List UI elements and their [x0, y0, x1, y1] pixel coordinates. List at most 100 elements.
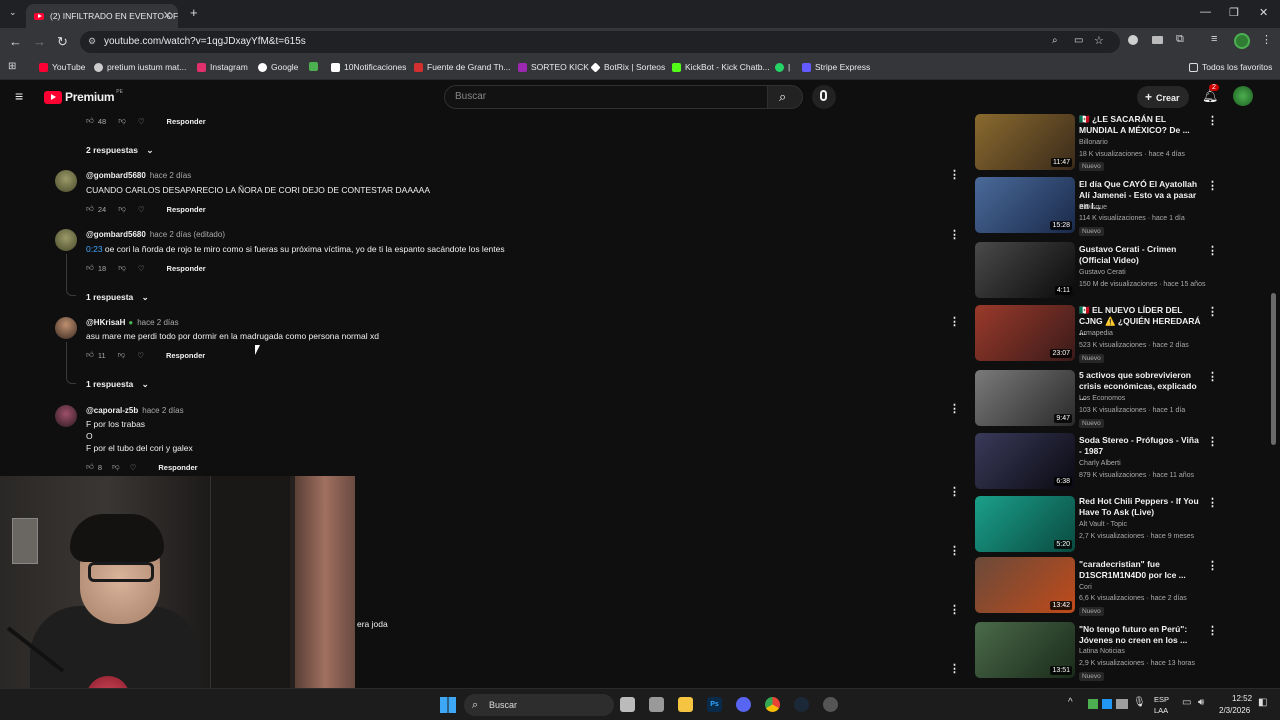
youtube-logo[interactable]: Premium PE: [44, 89, 123, 104]
video-menu-icon[interactable]: ⋮: [1207, 179, 1218, 192]
video-channel[interactable]: Alt Vault - Topic: [1079, 521, 1127, 528]
bookmark-stripe[interactable]: Stripe Express: [802, 62, 870, 72]
video-thumbnail[interactable]: 13:42: [975, 557, 1075, 613]
video-thumbnail[interactable]: 4:11: [975, 242, 1075, 298]
avatar[interactable]: [55, 170, 77, 192]
replies-toggle[interactable]: 1 respuesta ⌄: [86, 292, 149, 303]
video-title[interactable]: Soda Stereo - Prófugos - Viña - 1987: [1079, 435, 1203, 457]
reply-button[interactable]: Responder: [167, 264, 206, 273]
replies-toggle[interactable]: 1 respuesta ⌄: [86, 379, 149, 390]
create-button[interactable]: + Crear: [1137, 86, 1189, 108]
video-thumbnail[interactable]: 15:28: [975, 177, 1075, 233]
notification-center-icon[interactable]: ◧: [1258, 697, 1267, 708]
video-title[interactable]: "No tengo futuro en Perú": Jóvenes no cr…: [1079, 624, 1203, 646]
video-menu-icon[interactable]: ⋮: [1207, 305, 1218, 318]
video-menu-icon[interactable]: ⋮: [1207, 244, 1218, 257]
reply-button[interactable]: Responder: [158, 463, 197, 472]
video-channel[interactable]: Gustavo Cerati: [1079, 269, 1126, 276]
video-menu-icon[interactable]: ⋮: [1207, 114, 1218, 127]
video-menu-icon[interactable]: ⋮: [1207, 496, 1218, 509]
search-input[interactable]: Buscar: [444, 85, 768, 109]
clock-time[interactable]: 12:52: [1232, 694, 1252, 703]
heart-icon[interactable]: ♡: [130, 463, 137, 472]
dislike-icon[interactable]: 👎︎: [118, 263, 126, 273]
comment-menu-icon[interactable]: ⋮: [949, 603, 960, 616]
like-icon[interactable]: 👍︎: [86, 462, 94, 472]
reload-icon[interactable]: ↻: [57, 34, 68, 50]
chrome-menu-icon[interactable]: ⋮: [1261, 33, 1272, 46]
heart-icon[interactable]: ♡: [138, 264, 145, 273]
comment-author[interactable]: @caporal-z5b hace 2 días: [86, 406, 184, 415]
video-menu-icon[interactable]: ⋮: [1207, 370, 1218, 383]
zoom-icon[interactable]: ⌕: [1052, 35, 1058, 46]
avatar[interactable]: [55, 229, 77, 251]
comment-menu-icon[interactable]: ⋮: [949, 402, 960, 415]
dislike-icon[interactable]: 👎︎: [118, 204, 126, 214]
taskbar-search[interactable]: ⌕ Buscar: [464, 694, 614, 716]
video-channel[interactable]: Los Economos: [1079, 395, 1125, 402]
search-button[interactable]: ⌕: [767, 85, 803, 109]
microphone-tray-icon[interactable]: 🎙︎: [1133, 697, 1146, 708]
video-menu-icon[interactable]: ⋮: [1207, 435, 1218, 448]
close-window-icon[interactable]: ✕: [1259, 6, 1268, 19]
bookmark-star-icon[interactable]: ☆: [1094, 34, 1104, 47]
app-icon[interactable]: [823, 697, 838, 712]
comment-author[interactable]: @gombard5680 hace 2 días (editado): [86, 230, 225, 239]
chrome-icon[interactable]: [765, 697, 780, 712]
account-avatar[interactable]: [1233, 86, 1253, 106]
video-channel[interactable]: Billonario: [1079, 139, 1108, 146]
heart-icon[interactable]: ♡: [137, 351, 144, 360]
tray-chevron-icon[interactable]: ^: [1068, 697, 1073, 708]
replies-toggle[interactable]: 2 respuestas ⌄: [86, 145, 153, 156]
voice-search-button[interactable]: [812, 85, 836, 109]
like-icon[interactable]: 👍︎: [86, 116, 94, 126]
timestamp-link[interactable]: 0:23: [86, 244, 103, 254]
heart-icon[interactable]: ♡: [138, 117, 145, 126]
address-bar[interactable]: ⚙ youtube.com/watch?v=1qgJDxayYfM&t=615s…: [80, 31, 1120, 53]
bookmark-unnamed[interactable]: [309, 62, 322, 71]
network-icon[interactable]: ▭: [1182, 697, 1191, 708]
profile-avatar[interactable]: [1234, 33, 1250, 49]
video-channel[interactable]: ElDisque: [1079, 204, 1107, 211]
extension-icon[interactable]: [1128, 35, 1138, 45]
video-thumbnail[interactable]: 11:47: [975, 114, 1075, 170]
video-channel[interactable]: Cori: [1079, 584, 1092, 591]
video-channel[interactable]: Latina Noticias: [1079, 648, 1125, 655]
video-channel[interactable]: Charly Alberti: [1079, 460, 1121, 467]
bookmark-pretium[interactable]: pretium iustum mat...: [94, 62, 186, 72]
discord-icon[interactable]: [736, 697, 751, 712]
bookmark-kickbot[interactable]: KickBot - Kick Chatb...: [672, 62, 770, 72]
bookmark-instagram[interactable]: Instagram: [197, 62, 248, 72]
video-thumbnail[interactable]: 23:07: [975, 305, 1075, 361]
like-icon[interactable]: 👍︎: [86, 204, 94, 214]
back-icon[interactable]: ←: [9, 34, 22, 49]
hamburger-menu-icon[interactable]: ≡: [15, 88, 23, 104]
file-explorer-icon[interactable]: [678, 697, 693, 712]
restore-icon[interactable]: ❐: [1229, 6, 1239, 19]
task-view-icon[interactable]: [620, 697, 635, 712]
reply-button[interactable]: Responder: [166, 351, 205, 360]
extension-2-icon[interactable]: [1152, 36, 1163, 44]
heart-icon[interactable]: ♡: [138, 205, 145, 214]
video-menu-icon[interactable]: ⋮: [1207, 624, 1218, 637]
cast-icon[interactable]: ▭: [1074, 35, 1083, 46]
apps-icon[interactable]: ⊞: [8, 61, 16, 72]
video-thumbnail[interactable]: 9:47: [975, 370, 1075, 426]
page-scrollbar[interactable]: [1271, 293, 1276, 445]
close-tab-icon[interactable]: ✕: [163, 9, 172, 22]
extensions-puzzle-icon[interactable]: ⧉: [1176, 33, 1184, 46]
dislike-icon[interactable]: 👎︎: [118, 350, 126, 360]
comment-menu-icon[interactable]: ⋮: [949, 662, 960, 675]
site-info-icon[interactable]: ⚙: [88, 36, 96, 47]
photoshop-icon[interactable]: Ps: [707, 697, 722, 712]
bookmark-whatsapp[interactable]: |: [775, 62, 790, 72]
bookmark-sorteo-kick[interactable]: SORTEO KICK: [518, 62, 589, 72]
reading-list-icon[interactable]: ≡: [1211, 33, 1217, 45]
video-title[interactable]: "caradecristian" fue D1SCR1M1N4D0 por Ic…: [1079, 559, 1203, 581]
reply-button[interactable]: Responder: [167, 205, 206, 214]
bookmark-google[interactable]: Google: [258, 62, 298, 72]
all-favorites-folder[interactable]: Todos los favoritos: [1189, 62, 1272, 72]
like-icon[interactable]: 👍︎: [86, 263, 94, 273]
dislike-icon[interactable]: 👎︎: [118, 116, 126, 126]
comment-menu-icon[interactable]: ⋮: [949, 485, 960, 498]
